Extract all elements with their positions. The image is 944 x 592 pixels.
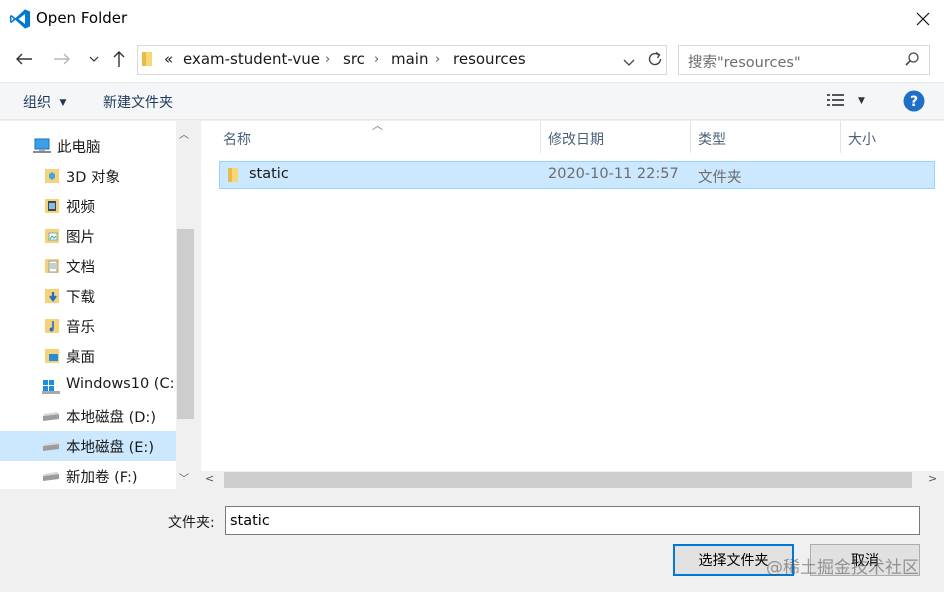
- sidebar-item-label: 桌面: [66, 350, 95, 366]
- horizontal-scroll-thumb[interactable]: [224, 472, 912, 488]
- svg-text:?: ?: [910, 94, 918, 110]
- breadcrumb-separator-icon[interactable]: ›: [435, 52, 440, 67]
- column-header-size[interactable]: 大小: [848, 129, 876, 149]
- sidebar-item-pictures[interactable]: 图片: [0, 221, 176, 251]
- documents-folder-icon: [44, 258, 60, 274]
- details-view-icon: [827, 94, 844, 106]
- desktop-folder-icon: [44, 348, 60, 364]
- scroll-right-icon[interactable]: >: [928, 472, 937, 485]
- window-title: Open Folder: [36, 9, 128, 27]
- breadcrumb-separator-icon[interactable]: ›: [325, 52, 330, 67]
- sidebar-item-label: 图片: [66, 230, 95, 246]
- row-name[interactable]: static: [249, 166, 289, 182]
- folder-icon: [227, 167, 241, 187]
- refresh-icon: [648, 51, 662, 66]
- sidebar-item-drive-e[interactable]: 本地磁盘 (E:): [0, 431, 176, 461]
- scroll-down-icon[interactable]: ﹀: [179, 470, 189, 485]
- organize-menu[interactable]: 组织 ▼: [23, 92, 66, 112]
- column-divider[interactable]: [840, 121, 841, 153]
- breadcrumb-item[interactable]: src: [343, 50, 365, 68]
- sidebar-item-videos[interactable]: 视频: [0, 191, 176, 221]
- drive-icon: [41, 468, 59, 484]
- dropdown-arrow-icon: ▼: [59, 98, 67, 108]
- watermark: @稀土掘金技术社区: [766, 558, 919, 578]
- breadcrumb-item[interactable]: main: [391, 50, 428, 68]
- up-button[interactable]: [109, 49, 129, 69]
- vscode-icon: [9, 8, 31, 30]
- windows-drive-icon: [41, 378, 60, 394]
- sidebar-item-label: Windows10 (C:: [66, 376, 175, 392]
- close-icon: [916, 12, 930, 26]
- sidebar-item-label: 新加卷 (F:): [66, 470, 138, 486]
- downloads-folder-icon: [44, 288, 60, 304]
- chevron-down-icon: [623, 59, 635, 66]
- sidebar-item-label: 音乐: [66, 320, 95, 336]
- scroll-left-icon[interactable]: <: [205, 472, 214, 485]
- search-placeholder: 搜索"resources": [688, 55, 801, 71]
- scroll-up-icon[interactable]: ︿: [179, 126, 189, 141]
- sidebar-item-music[interactable]: 音乐: [0, 311, 176, 341]
- close-button[interactable]: [902, 0, 944, 38]
- breadcrumb-item[interactable]: exam-student-vue: [183, 50, 320, 68]
- column-header-name[interactable]: 名称: [223, 129, 251, 149]
- sidebar-item-drive-f[interactable]: 新加卷 (F:): [0, 461, 176, 489]
- video-folder-icon: [44, 198, 60, 214]
- sidebar-item-label: 本地磁盘 (D:): [66, 410, 156, 426]
- breadcrumb-separator-icon[interactable]: ›: [374, 52, 379, 67]
- sidebar-item-3d-objects[interactable]: 3D 对象: [0, 161, 176, 191]
- sidebar-item-this-pc[interactable]: 此电脑: [0, 131, 176, 161]
- breadcrumb-item[interactable]: resources: [453, 50, 526, 68]
- sort-ascending-icon: ︿: [372, 119, 383, 132]
- sidebar-item-label: 文档: [66, 260, 95, 276]
- sidebar-item-label: 视频: [66, 200, 95, 216]
- title-bar: [0, 0, 944, 38]
- arrow-right-icon: [54, 53, 70, 65]
- drive-icon: [41, 408, 59, 424]
- column-divider[interactable]: [540, 121, 541, 153]
- column-divider[interactable]: [690, 121, 691, 153]
- help-button[interactable]: ?: [903, 90, 925, 116]
- forward-button[interactable]: [52, 49, 72, 69]
- sidebar-item-label: 此电脑: [57, 140, 101, 156]
- refresh-button[interactable]: [646, 50, 664, 72]
- folder-name-input[interactable]: [225, 506, 920, 535]
- column-header-type[interactable]: 类型: [698, 129, 726, 149]
- sidebar-item-drive-c[interactable]: Windows10 (C:: [0, 371, 176, 401]
- sidebar-item-label: 下载: [66, 290, 95, 306]
- view-dropdown-icon[interactable]: ▼: [858, 96, 865, 106]
- row-type: 文件夹: [698, 170, 742, 186]
- music-folder-icon: [44, 318, 60, 334]
- drive-icon: [41, 438, 59, 454]
- computer-icon: [33, 138, 51, 154]
- sidebar-item-desktop[interactable]: 桌面: [0, 341, 176, 371]
- arrow-up-icon: [113, 51, 125, 67]
- address-dropdown-button[interactable]: [623, 55, 635, 71]
- folder-field-label: 文件夹:: [168, 515, 215, 531]
- column-header-modified[interactable]: 修改日期: [548, 129, 604, 149]
- sidebar-item-label: 本地磁盘 (E:): [66, 440, 154, 456]
- organize-label: 组织: [23, 95, 51, 111]
- breadcrumb-overflow[interactable]: «: [164, 50, 173, 68]
- search-icon[interactable]: [904, 51, 920, 71]
- row-modified: 2020-10-11 22:57: [548, 166, 679, 182]
- sidebar-scroll-thumb[interactable]: [177, 229, 194, 419]
- arrow-left-icon: [16, 53, 32, 65]
- sidebar-item-drive-d[interactable]: 本地磁盘 (D:): [0, 401, 176, 431]
- recent-locations-button[interactable]: [84, 49, 104, 69]
- sidebar-item-label: 3D 对象: [66, 170, 120, 186]
- sidebar-item-downloads[interactable]: 下载: [0, 281, 176, 311]
- folder-icon: [141, 51, 155, 71]
- 3d-objects-icon: [44, 168, 60, 184]
- chevron-down-icon: [89, 56, 99, 62]
- help-icon: ?: [903, 90, 925, 112]
- back-button[interactable]: [14, 49, 34, 69]
- pictures-folder-icon: [44, 228, 60, 244]
- sidebar-item-documents[interactable]: 文档: [0, 251, 176, 281]
- navigation-pane: 此电脑 3D 对象 视频 图片 文档 下载 音乐 桌面 Windows10 (C…: [0, 121, 176, 489]
- new-folder-button[interactable]: 新建文件夹: [103, 92, 173, 112]
- view-options-button[interactable]: [826, 93, 846, 111]
